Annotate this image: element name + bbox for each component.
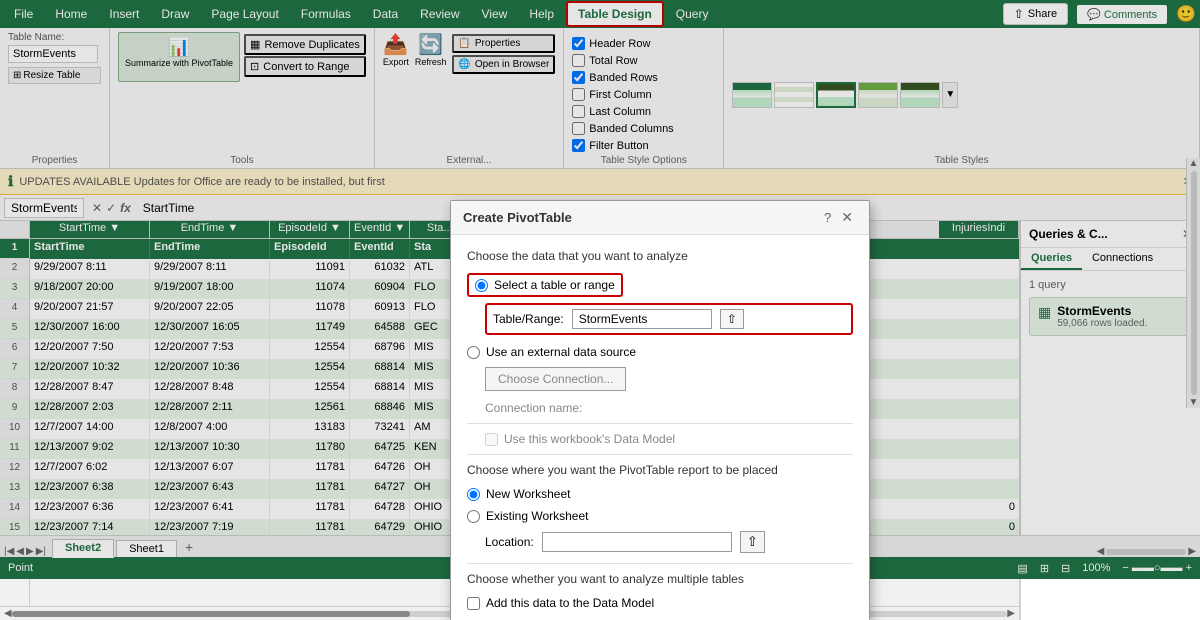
connection-name-row: Connection name: [485, 401, 853, 415]
choose-data-label: Choose the data that you want to analyze [467, 249, 853, 263]
dialog-title-text: Create PivotTable [463, 210, 572, 225]
select-table-radio[interactable] [475, 279, 488, 292]
scroll-right-btn[interactable]: ▶ [1007, 608, 1015, 619]
dialog-help-button[interactable]: ? [824, 209, 831, 226]
new-worksheet-label[interactable]: New Worksheet [467, 487, 853, 501]
select-table-radio-box: Select a table or range [467, 273, 623, 297]
location-collapse-button[interactable]: ⇧ [740, 531, 765, 553]
existing-worksheet-label[interactable]: Existing Worksheet [467, 509, 853, 523]
select-table-label[interactable]: Select a table or range [475, 278, 615, 292]
table-range-row: Table/Range: ⇧ [485, 303, 853, 335]
location-label: Location: [485, 535, 534, 549]
create-pivot-dialog: Create PivotTable ? ✕ Choose the data th… [450, 200, 870, 620]
scroll-left-btn[interactable]: ◀ [4, 608, 12, 619]
dialog-overlay: Create PivotTable ? ✕ Choose the data th… [0, 0, 1200, 579]
table-range-collapse-button[interactable]: ⇧ [720, 309, 744, 329]
table-range-input[interactable] [572, 309, 712, 329]
external-source-label[interactable]: Use an external data source [467, 345, 853, 359]
workbook-model-label[interactable]: Use this workbook's Data Model [485, 432, 853, 446]
external-source-radio[interactable] [467, 346, 480, 359]
table-range-label: Table/Range: [493, 312, 564, 326]
h-scrollbar: ◀ ▶ [0, 606, 1019, 620]
existing-worksheet-radio[interactable] [467, 510, 480, 523]
placement-label: Choose where you want the PivotTable rep… [467, 463, 853, 477]
dialog-title-bar: Create PivotTable ? ✕ [451, 201, 869, 235]
workbook-model-checkbox[interactable] [485, 433, 498, 446]
dialog-close-button[interactable]: ✕ [837, 209, 857, 226]
new-worksheet-radio[interactable] [467, 488, 480, 501]
choose-connection-button[interactable]: Choose Connection... [485, 367, 626, 391]
dialog-body: Choose the data that you want to analyze… [451, 235, 869, 620]
location-input[interactable] [542, 532, 732, 552]
